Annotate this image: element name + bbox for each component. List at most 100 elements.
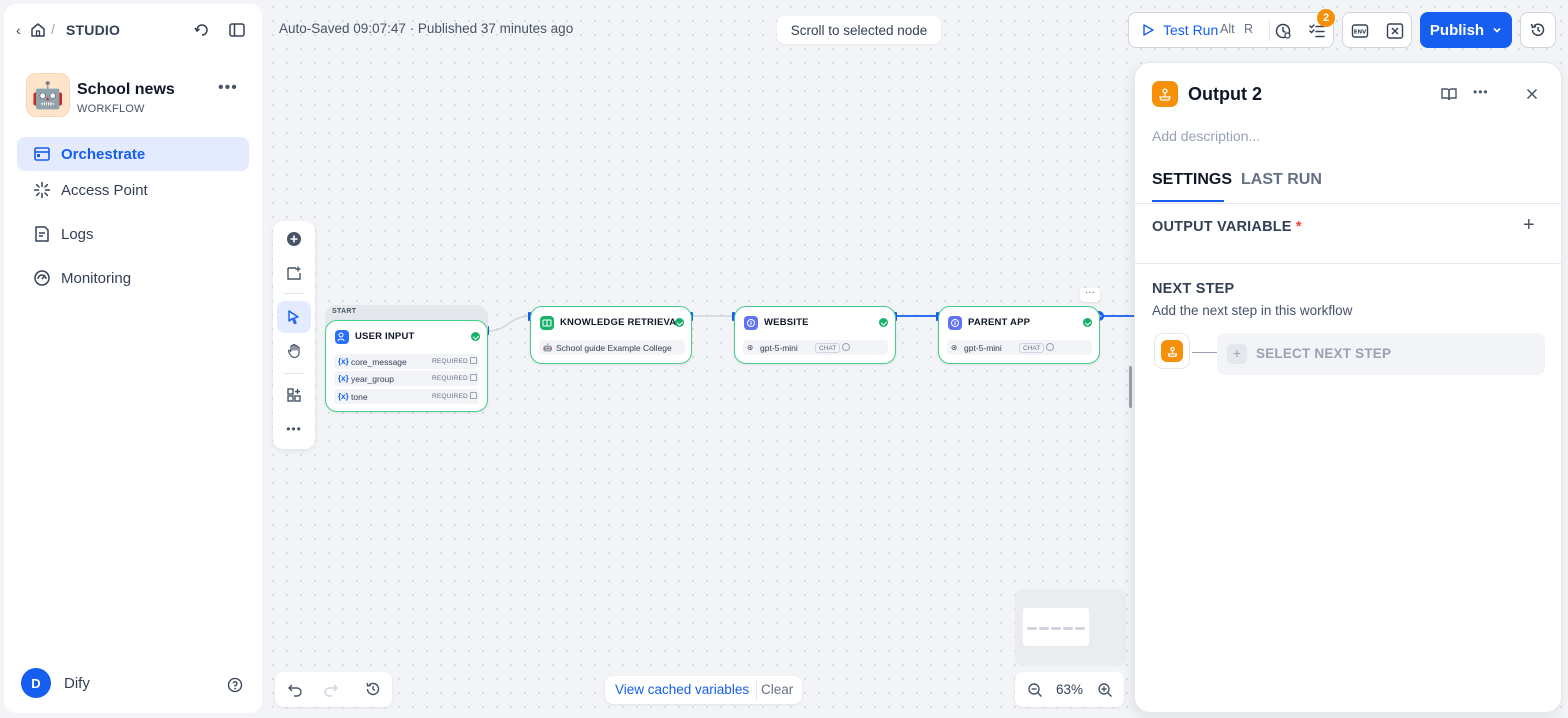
env-group: ENV bbox=[1342, 12, 1412, 48]
panel-resize-handle[interactable] bbox=[1129, 366, 1132, 408]
zoom-out-icon[interactable] bbox=[1027, 682, 1043, 698]
note-icon bbox=[287, 266, 301, 280]
user-input-node[interactable]: USER INPUT {x} core_message REQUIRED {x} ye… bbox=[325, 320, 488, 412]
checklist-count-badge: 2 bbox=[1317, 9, 1335, 27]
book-icon[interactable] bbox=[1440, 85, 1458, 103]
publish-button[interactable]: Publish bbox=[1420, 12, 1512, 48]
sidebar-item-label: Logs bbox=[61, 225, 94, 243]
user-input-icon bbox=[335, 330, 349, 344]
dataset-row: 🤖 School guide Example College bbox=[539, 340, 685, 355]
history-controls bbox=[275, 672, 392, 707]
add-output-variable-button[interactable]: + bbox=[1523, 214, 1535, 237]
next-step-description: Add the next step in this workflow bbox=[1152, 303, 1353, 318]
website-llm-node[interactable]: WEBSITE ⊛ gpt-5-mini CHAT bbox=[734, 306, 896, 364]
app-avatar: 🤖 bbox=[26, 73, 70, 117]
sidebar-item-monitoring[interactable]: Monitoring bbox=[17, 261, 249, 295]
user-account[interactable]: D Dify bbox=[21, 667, 251, 701]
more-icon[interactable]: ••• bbox=[1473, 85, 1489, 103]
description-input[interactable]: Add description... bbox=[1152, 128, 1260, 144]
sidebar-item-logs[interactable]: Logs bbox=[17, 217, 249, 251]
redo-icon[interactable] bbox=[323, 681, 339, 697]
minimap-node bbox=[1039, 627, 1049, 630]
sidebar-item-orchestrate[interactable]: Orchestrate bbox=[17, 137, 249, 171]
current-node-badge bbox=[1154, 333, 1190, 369]
hand-icon bbox=[287, 343, 300, 359]
sidebar-item-access-point[interactable]: Access Point bbox=[17, 173, 249, 207]
plus-circle-icon bbox=[287, 232, 301, 246]
more-tools-button[interactable]: ••• bbox=[277, 413, 311, 445]
node-title: USER INPUT bbox=[355, 331, 415, 342]
tab-last-run[interactable]: LAST RUN bbox=[1241, 171, 1322, 189]
user-name: Dify bbox=[64, 675, 90, 692]
collapse-sidebar-icon[interactable] bbox=[228, 21, 246, 39]
logs-icon bbox=[35, 226, 49, 242]
test-run-button[interactable]: Test Run bbox=[1163, 22, 1218, 38]
minimap-node bbox=[1063, 627, 1073, 630]
home-icon[interactable] bbox=[29, 21, 47, 39]
plus-icon: + bbox=[1227, 344, 1247, 364]
variable-row: {x} core_message REQUIRED bbox=[334, 354, 479, 369]
minimap-node bbox=[1051, 627, 1061, 630]
monitoring-icon bbox=[34, 270, 50, 286]
pointer-mode-button[interactable] bbox=[277, 301, 311, 333]
active-tab-indicator bbox=[1152, 200, 1224, 202]
scroll-to-selected-node-button[interactable]: Scroll to selected node bbox=[777, 16, 941, 44]
help-icon[interactable] bbox=[227, 677, 243, 693]
openai-icon: ⊛ bbox=[951, 343, 958, 352]
run-history-icon[interactable] bbox=[1274, 22, 1292, 40]
orchestrate-icon bbox=[34, 147, 50, 161]
select-type-icon bbox=[470, 374, 477, 381]
clear-cache-button[interactable]: Clear bbox=[761, 682, 793, 697]
parent-app-llm-node[interactable]: PARENT APP ⊛ gpt-5-mini CHAT bbox=[938, 306, 1100, 364]
chevron-down-icon bbox=[1493, 27, 1501, 33]
more-icon: ••• bbox=[286, 422, 302, 436]
tool-palette: ••• bbox=[273, 221, 315, 449]
node-more-button[interactable]: ··· bbox=[1080, 288, 1100, 302]
grid-plus-icon bbox=[287, 388, 301, 402]
avatar: D bbox=[21, 668, 51, 698]
undo-icon[interactable] bbox=[287, 681, 303, 697]
knowledge-retrieval-node[interactable]: KNOWLEDGE RETRIEVAL 🤖 School guide Exampl… bbox=[530, 306, 692, 364]
next-step-connector bbox=[1192, 352, 1218, 353]
divider bbox=[283, 373, 305, 374]
openai-icon: ⊛ bbox=[747, 343, 754, 352]
view-cached-variables-link[interactable]: View cached variables bbox=[615, 682, 749, 697]
sidebar-item-label: Monitoring bbox=[61, 269, 132, 287]
success-check-icon bbox=[1083, 318, 1092, 327]
model-row: ⊛ gpt-5-mini CHAT bbox=[947, 340, 1092, 355]
llm-icon bbox=[744, 316, 758, 330]
close-icon[interactable] bbox=[1523, 85, 1541, 103]
node-title: PARENT APP bbox=[968, 317, 1031, 328]
back-chevron-icon[interactable]: ‹ bbox=[16, 22, 21, 38]
conversation-variables-icon[interactable] bbox=[1386, 22, 1404, 40]
hand-mode-button[interactable] bbox=[277, 335, 311, 367]
divider bbox=[1135, 263, 1561, 264]
text-type-icon bbox=[470, 357, 477, 364]
node-settings-panel: Output 2 ••• Add description... SETTINGS… bbox=[1134, 62, 1562, 713]
tab-settings[interactable]: SETTINGS bbox=[1152, 171, 1232, 189]
more-icon[interactable]: ••• bbox=[218, 79, 238, 97]
breadcrumb-studio[interactable]: STUDIO bbox=[66, 22, 120, 38]
zoom-level[interactable]: 63% bbox=[1056, 682, 1083, 697]
add-note-button[interactable] bbox=[277, 257, 311, 289]
sync-icon[interactable] bbox=[193, 21, 211, 39]
panel-title[interactable]: Output 2 bbox=[1188, 84, 1262, 105]
svg-text:ENV: ENV bbox=[1354, 30, 1367, 36]
add-node-button[interactable] bbox=[277, 223, 311, 255]
success-check-icon bbox=[879, 318, 888, 327]
minimap[interactable] bbox=[1015, 589, 1126, 666]
variable-row: {x} tone REQUIRED bbox=[334, 389, 479, 404]
history-icon[interactable] bbox=[365, 681, 381, 697]
env-variables-icon[interactable]: ENV bbox=[1351, 22, 1369, 40]
select-next-step-button[interactable]: + SELECT NEXT STEP bbox=[1217, 333, 1545, 375]
app-card[interactable]: 🤖 School news WORKFLOW ••• bbox=[26, 73, 246, 121]
app-name: School news bbox=[77, 81, 175, 98]
zoom-in-icon[interactable] bbox=[1097, 682, 1113, 698]
app-type: WORKFLOW bbox=[77, 103, 145, 115]
play-icon[interactable] bbox=[1141, 23, 1155, 37]
knowledge-icon bbox=[540, 316, 554, 330]
organize-blocks-button[interactable] bbox=[277, 379, 311, 411]
divider bbox=[1135, 203, 1561, 204]
version-history-button[interactable] bbox=[1520, 12, 1556, 48]
start-label: START bbox=[332, 308, 357, 315]
